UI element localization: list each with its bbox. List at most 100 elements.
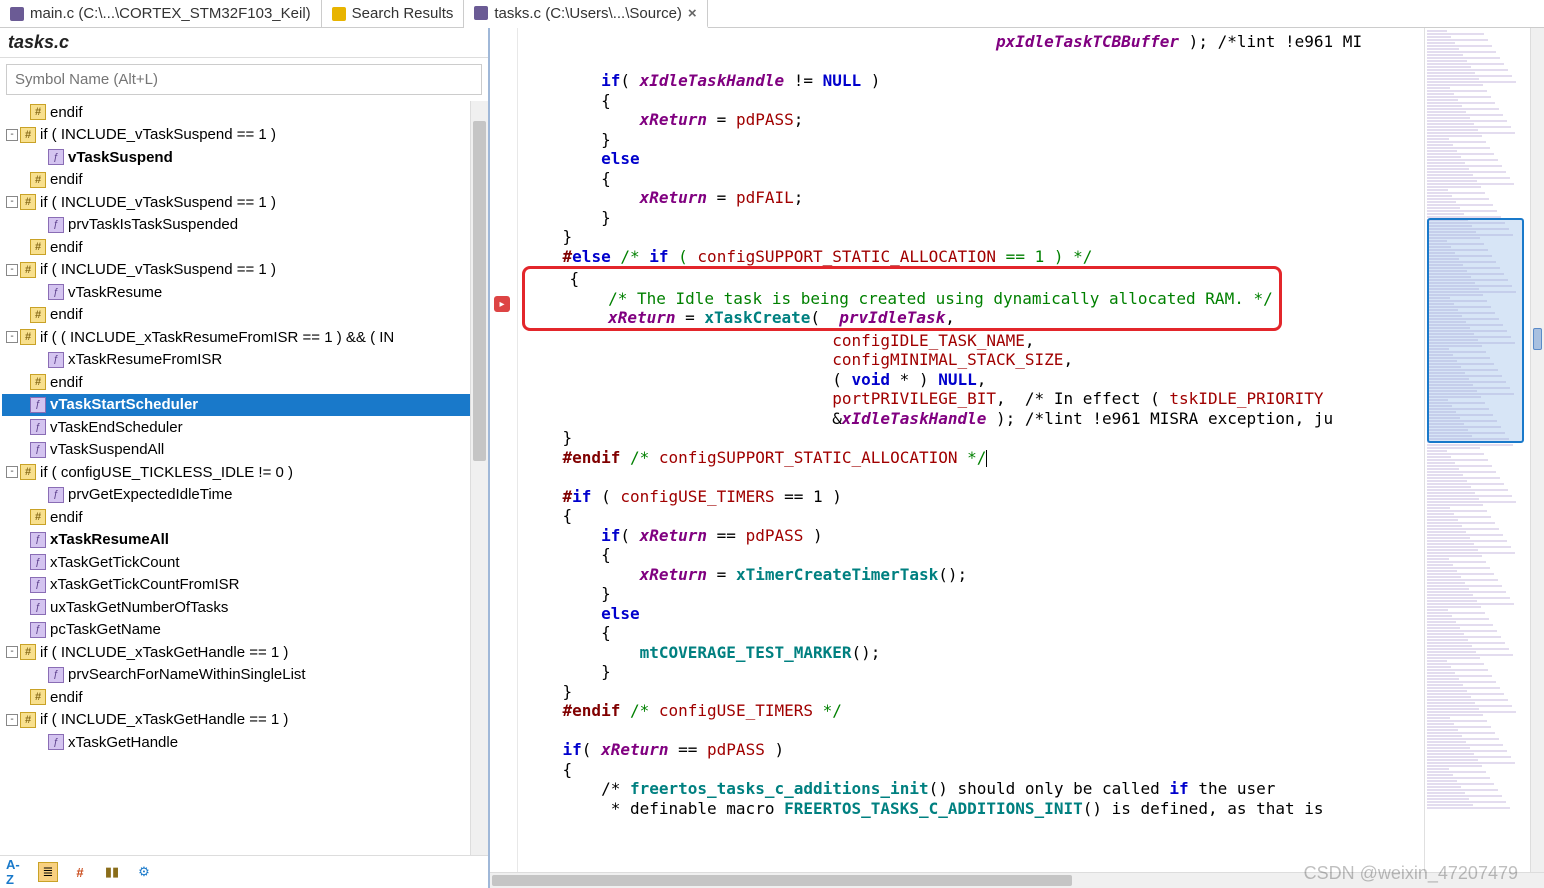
tree-node[interactable]: ƒxTaskResumeFromISR — [2, 349, 488, 372]
expand-spacer — [6, 174, 18, 186]
tree-node[interactable]: ƒxTaskGetTickCount — [2, 551, 488, 574]
bookmark-marker-icon[interactable]: ▸ — [494, 296, 510, 312]
expand-spacer — [6, 354, 18, 366]
list-view-button[interactable]: ≣ — [38, 862, 58, 882]
tree-node[interactable]: ƒxTaskGetHandle — [2, 731, 488, 754]
code-editor[interactable]: ▸ pxIdleTaskTCBBuffer ); /*lint !e961 MI… — [490, 28, 1544, 888]
code-area[interactable]: pxIdleTaskTCBBuffer ); /*lint !e961 MI i… — [518, 28, 1424, 888]
code-line: } — [524, 682, 1424, 702]
code-line: else — [524, 604, 1424, 624]
code-line: pxIdleTaskTCBBuffer ); /*lint !e961 MI — [524, 32, 1424, 52]
tree-node[interactable]: ƒvTaskEndScheduler — [2, 416, 488, 439]
code-line: if( xReturn == pdPASS ) — [524, 526, 1424, 546]
tree-node[interactable]: ƒvTaskResume — [2, 281, 488, 304]
preprocessor-icon: # — [20, 329, 36, 345]
sidebar-title: tasks.c — [0, 28, 488, 58]
preprocessor-icon: # — [30, 374, 46, 390]
expand-spacer — [6, 219, 18, 231]
tree-node[interactable]: -#if ( INCLUDE_vTaskSuspend == 1 ) — [2, 191, 488, 214]
preprocessor-icon: # — [20, 194, 36, 210]
code-line: } — [524, 584, 1424, 604]
tree-node[interactable]: #endif — [2, 169, 488, 192]
function-icon: ƒ — [48, 149, 64, 165]
sort-az-button[interactable]: A-Z — [6, 862, 26, 882]
tree-node[interactable]: ƒprvTaskIsTaskSuspended — [2, 214, 488, 237]
tree-label: if ( configUSE_TICKLESS_IDLE != 0 ) — [40, 464, 293, 481]
code-line: } — [524, 208, 1424, 228]
tab-tasks-c[interactable]: tasks.c (C:\Users\...\Source) × — [464, 0, 707, 28]
tab-search-results[interactable]: Search Results — [322, 0, 465, 27]
tree-label: if ( INCLUDE_vTaskSuspend == 1 ) — [40, 126, 276, 143]
minimap-scrollbar[interactable] — [1530, 28, 1544, 888]
tree-node[interactable]: ƒprvSearchForNameWithinSingleList — [2, 664, 488, 687]
code-line: #endif /* configSUPPORT_STATIC_ALLOCATIO… — [524, 448, 1424, 468]
tree-label: endif — [50, 306, 83, 323]
function-icon: ƒ — [48, 284, 64, 300]
expand-icon[interactable]: - — [6, 196, 18, 208]
tab-main-c[interactable]: main.c (C:\...\CORTEX_STM32F103_Keil) — [0, 0, 322, 27]
tree-node[interactable]: -#if ( INCLUDE_xTaskGetHandle == 1 ) — [2, 641, 488, 664]
tree-node[interactable]: #endif — [2, 371, 488, 394]
tree-node[interactable]: -#if ( INCLUDE_xTaskGetHandle == 1 ) — [2, 709, 488, 732]
expand-spacer — [6, 376, 18, 388]
minimap[interactable] — [1424, 28, 1544, 888]
tree-node[interactable]: #endif — [2, 236, 488, 259]
tree-node[interactable]: -#if ( INCLUDE_vTaskSuspend == 1 ) — [2, 259, 488, 282]
settings-gear-icon[interactable]: ⚙ — [134, 862, 154, 882]
preprocessor-icon: # — [30, 172, 46, 188]
tree-node[interactable]: -#if ( configUSE_TICKLESS_IDLE != 0 ) — [2, 461, 488, 484]
tree-node[interactable]: #endif — [2, 686, 488, 709]
tree-node[interactable]: ƒvTaskStartScheduler — [2, 394, 488, 417]
tree-node[interactable]: ƒprvGetExpectedIdleTime — [2, 484, 488, 507]
function-icon: ƒ — [48, 734, 64, 750]
scrollbar-thumb[interactable] — [492, 875, 1072, 886]
tree-node[interactable]: ƒvTaskSuspend — [2, 146, 488, 169]
tree-node[interactable]: ƒxTaskResumeAll — [2, 529, 488, 552]
code-line: { — [524, 169, 1424, 189]
function-icon: ƒ — [30, 532, 46, 548]
scrollbar-thumb[interactable] — [1533, 328, 1542, 350]
expand-spacer — [6, 556, 18, 568]
tree-label: prvTaskIsTaskSuspended — [68, 216, 238, 233]
tree-node[interactable]: ƒuxTaskGetNumberOfTasks — [2, 596, 488, 619]
code-line: configMINIMAL_STACK_SIZE, — [524, 350, 1424, 370]
tree-node[interactable]: #endif — [2, 101, 488, 124]
expand-icon[interactable]: - — [6, 129, 18, 141]
tree-node[interactable]: ƒvTaskSuspendAll — [2, 439, 488, 462]
tree-node[interactable]: ƒxTaskGetTickCountFromISR — [2, 574, 488, 597]
preprocessor-icon: # — [30, 307, 46, 323]
expand-icon[interactable]: - — [6, 264, 18, 276]
code-line: } — [524, 662, 1424, 682]
tree-node[interactable]: ƒpcTaskGetName — [2, 619, 488, 642]
preprocessor-icon: # — [30, 239, 46, 255]
tree-label: vTaskSuspendAll — [50, 441, 164, 458]
symbol-tree[interactable]: #endif-#if ( INCLUDE_vTaskSuspend == 1 )… — [0, 101, 488, 855]
code-line: xReturn = pdFAIL; — [524, 188, 1424, 208]
expand-icon[interactable]: - — [6, 466, 18, 478]
minimap-viewport[interactable] — [1427, 218, 1524, 443]
code-line: xReturn = xTaskCreate( prvIdleTask, — [531, 308, 1273, 328]
tree-node[interactable]: #endif — [2, 506, 488, 529]
code-line: #else /* if ( configSUPPORT_STATIC_ALLOC… — [524, 247, 1424, 267]
tree-label: pcTaskGetName — [50, 621, 161, 638]
expand-icon[interactable]: - — [6, 331, 18, 343]
code-line: ( void * ) NULL, — [524, 370, 1424, 390]
expand-icon[interactable]: - — [6, 646, 18, 658]
columns-button[interactable]: ▮▮ — [102, 862, 122, 882]
function-icon: ƒ — [30, 419, 46, 435]
symbol-search-input[interactable] — [6, 64, 482, 95]
tree-node[interactable]: -#if ( INCLUDE_vTaskSuspend == 1 ) — [2, 124, 488, 147]
tree-node[interactable]: #endif — [2, 304, 488, 327]
code-line: mtCOVERAGE_TEST_MARKER(); — [524, 643, 1424, 663]
tree-label: xTaskResumeFromISR — [68, 351, 222, 368]
close-icon[interactable]: × — [688, 5, 697, 22]
expand-spacer — [6, 241, 18, 253]
function-icon: ƒ — [30, 622, 46, 638]
scrollbar-thumb[interactable] — [473, 121, 486, 461]
tree-node[interactable]: -#if ( ( INCLUDE_xTaskResumeFromISR == 1… — [2, 326, 488, 349]
tree-scrollbar[interactable] — [470, 101, 488, 855]
expand-icon[interactable]: - — [6, 714, 18, 726]
function-icon: ƒ — [30, 599, 46, 615]
filter-hash-button[interactable]: # — [70, 862, 90, 882]
expand-spacer — [6, 106, 18, 118]
